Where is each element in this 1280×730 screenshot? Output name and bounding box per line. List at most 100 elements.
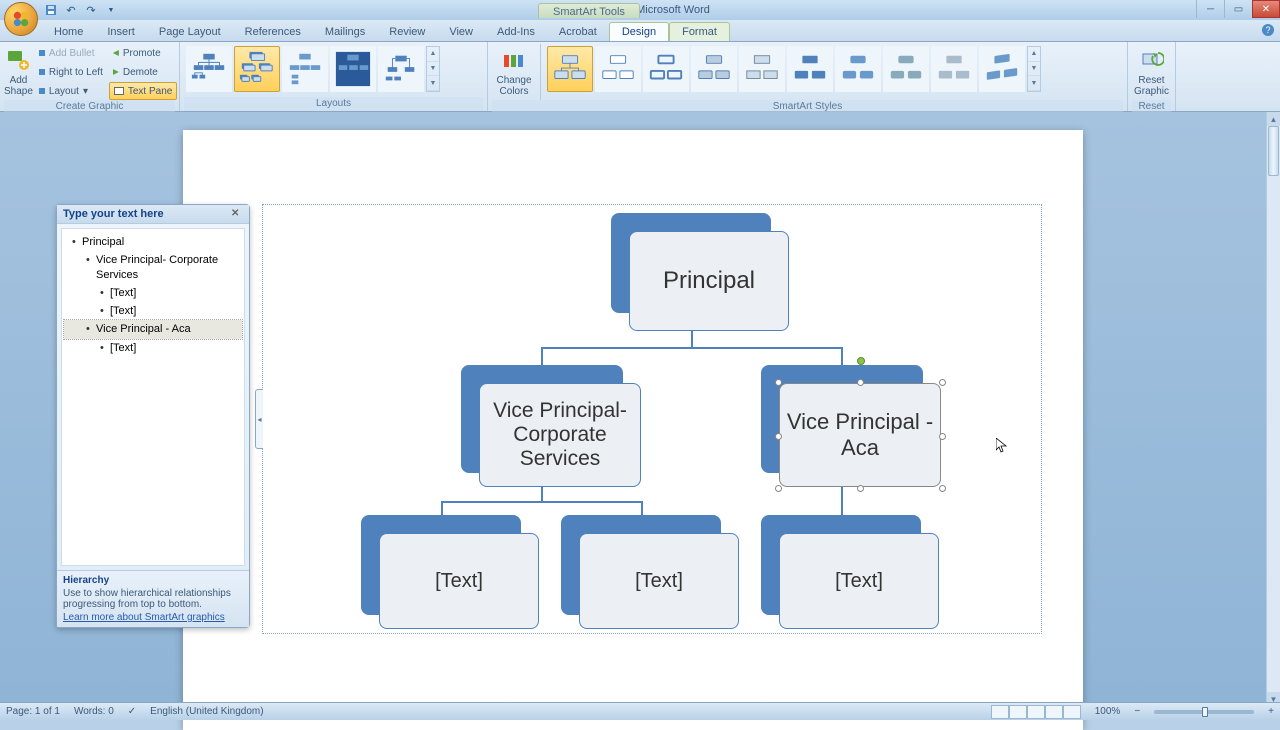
layout-button[interactable]: Layout ▾: [35, 82, 107, 100]
tab-references[interactable]: References: [233, 23, 313, 41]
tab-mailings[interactable]: Mailings: [313, 23, 377, 41]
resize-handle-s[interactable]: [857, 485, 864, 492]
add-bullet-button[interactable]: Add Bullet: [35, 44, 107, 62]
change-colors-button[interactable]: Change Colors: [492, 44, 536, 100]
undo-icon[interactable]: ↶: [64, 3, 78, 17]
text-pane-footer: Hierarchy Use to show hierarchical relat…: [57, 570, 249, 627]
right-to-left-button[interactable]: Right to Left: [35, 63, 107, 81]
zoom-slider[interactable]: [1154, 710, 1254, 714]
resize-handle-nw[interactable]: [775, 379, 782, 386]
layout-option-3[interactable]: [282, 46, 328, 92]
ribbon-tabs: Home Insert Page Layout References Maili…: [0, 20, 1280, 42]
demote-button[interactable]: Demote: [109, 63, 177, 81]
zoom-level[interactable]: 100%: [1095, 706, 1121, 717]
style-option-6[interactable]: [787, 46, 833, 92]
layout-option-2[interactable]: [234, 46, 280, 92]
close-button[interactable]: ✕: [1252, 0, 1280, 18]
save-icon[interactable]: [44, 3, 58, 17]
style-option-4[interactable]: [691, 46, 737, 92]
style-option-8[interactable]: [883, 46, 929, 92]
minimize-button[interactable]: ─: [1196, 0, 1224, 18]
resize-handle-sw[interactable]: [775, 485, 782, 492]
office-button[interactable]: [4, 2, 38, 36]
resize-handle-ne[interactable]: [939, 379, 946, 386]
redo-icon[interactable]: ↷: [84, 3, 98, 17]
status-page[interactable]: Page: 1 of 1: [6, 706, 60, 717]
styles-gallery-scroll[interactable]: ▲▼▼: [1027, 46, 1041, 92]
view-draft[interactable]: [1063, 705, 1081, 719]
view-outline[interactable]: [1045, 705, 1063, 719]
style-option-2[interactable]: [595, 46, 641, 92]
text-pane-button[interactable]: Text Pane: [109, 82, 177, 100]
style-option-7[interactable]: [835, 46, 881, 92]
proofing-icon[interactable]: ✓: [128, 706, 136, 717]
layouts-group-label: Layouts: [184, 97, 483, 111]
window-title: Document5 - Microsoft Word: [0, 4, 1280, 16]
zoom-slider-thumb[interactable]: [1202, 707, 1208, 717]
titlebar: ↶ ↷ ▼ Document5 - Microsoft Word SmartAr…: [0, 0, 1280, 20]
resize-handle-e[interactable]: [939, 433, 946, 440]
change-colors-label: Change Colors: [496, 75, 531, 97]
text-pane-close-icon[interactable]: ✕: [231, 208, 243, 220]
layout-option-5[interactable]: [378, 46, 424, 92]
scrollbar-thumb[interactable]: [1268, 126, 1279, 176]
add-shape-button[interactable]: Add Shape: [4, 44, 33, 100]
text-pane-item[interactable]: Vice Principal - Aca: [64, 320, 242, 338]
style-option-5[interactable]: [739, 46, 785, 92]
style-option-3[interactable]: [643, 46, 689, 92]
org-node-text-3-text: [Text]: [835, 570, 883, 593]
help-icon[interactable]: ?: [1262, 24, 1274, 36]
text-pane-body[interactable]: PrincipalVice Principal- Corporate Servi…: [61, 228, 245, 566]
text-pane-item[interactable]: Vice Principal- Corporate Services: [64, 251, 242, 284]
text-pane-footer-title: Hierarchy: [63, 575, 243, 586]
tab-format[interactable]: Format: [669, 22, 730, 41]
maximize-button[interactable]: ▭: [1224, 0, 1252, 18]
layouts-gallery-scroll[interactable]: ▲▼▼: [426, 46, 440, 92]
tab-page-layout[interactable]: Page Layout: [147, 23, 233, 41]
tab-insert[interactable]: Insert: [95, 23, 147, 41]
text-pane-footer-desc: Use to show hierarchical relationships p…: [63, 588, 243, 610]
layouts-gallery[interactable]: ▲▼▼: [184, 44, 442, 94]
text-pane-item[interactable]: [Text]: [64, 302, 242, 320]
reset-graphic-button[interactable]: Reset Graphic: [1132, 44, 1171, 100]
smartart-canvas[interactable]: ◂ Principal Vice Principal- Corporate Se…: [262, 204, 1042, 634]
text-pane-title: Type your text here: [63, 208, 164, 220]
org-node-text-1-text: [Text]: [435, 570, 483, 593]
promote-button[interactable]: Promote: [109, 44, 177, 62]
smartart-tools-contextual-tab: SmartArt Tools: [538, 3, 640, 18]
tab-home[interactable]: Home: [42, 23, 95, 41]
vertical-scrollbar[interactable]: ▲ ▼: [1266, 112, 1280, 706]
tab-addins[interactable]: Add-Ins: [485, 23, 547, 41]
zoom-in-button[interactable]: +: [1268, 706, 1274, 717]
quick-access-toolbar: ↶ ↷ ▼: [44, 3, 118, 17]
layout-option-1[interactable]: [186, 46, 232, 92]
resize-handle-n[interactable]: [857, 379, 864, 386]
style-option-1[interactable]: [547, 46, 593, 92]
tab-acrobat[interactable]: Acrobat: [547, 23, 609, 41]
view-print-layout[interactable]: [991, 705, 1009, 719]
view-web-layout[interactable]: [1027, 705, 1045, 719]
tab-design[interactable]: Design: [609, 22, 669, 41]
styles-gallery[interactable]: ▲▼▼: [545, 44, 1043, 94]
zoom-out-button[interactable]: −: [1134, 706, 1140, 717]
text-pane-item[interactable]: [Text]: [64, 284, 242, 302]
status-language[interactable]: English (United Kingdom): [150, 706, 263, 717]
resize-handle-se[interactable]: [939, 485, 946, 492]
text-pane-toggle-tab[interactable]: ◂: [255, 389, 263, 449]
resize-handle-w[interactable]: [775, 433, 782, 440]
layout-option-4[interactable]: [330, 46, 376, 92]
tab-review[interactable]: Review: [377, 23, 437, 41]
rotation-handle[interactable]: [857, 357, 865, 365]
status-words[interactable]: Words: 0: [74, 706, 114, 717]
text-pane-item[interactable]: Principal: [64, 233, 242, 251]
org-node-text-2-text: [Text]: [635, 570, 683, 593]
tab-view[interactable]: View: [437, 23, 485, 41]
text-pane-learn-more-link[interactable]: Learn more about SmartArt graphics: [63, 612, 225, 623]
qat-dropdown-icon[interactable]: ▼: [104, 3, 118, 17]
text-pane: Type your text here ✕ PrincipalVice Prin…: [56, 204, 250, 628]
style-option-9[interactable]: [931, 46, 977, 92]
style-option-10[interactable]: [979, 46, 1025, 92]
cursor-icon: [996, 438, 1008, 454]
text-pane-item[interactable]: [Text]: [64, 339, 242, 357]
view-full-screen[interactable]: [1009, 705, 1027, 719]
